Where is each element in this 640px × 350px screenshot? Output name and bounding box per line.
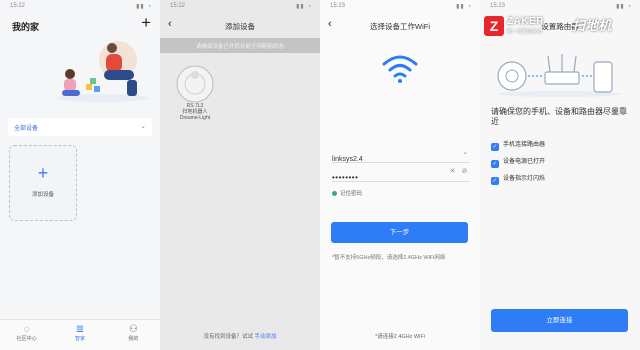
check-label: 设备电源已打开 xyxy=(503,159,546,165)
add-button[interactable]: + xyxy=(141,14,151,31)
status-indicators: ▮▮ ◔ xyxy=(136,4,152,10)
tab-profile[interactable]: ⚇ 我的 xyxy=(107,320,160,350)
remember-label: 记住密码 xyxy=(340,191,363,197)
status-time: 15:23 xyxy=(330,3,346,9)
device-line: Dreame-Light xyxy=(179,115,211,121)
checkbox-icon: ✓ xyxy=(491,143,499,151)
add-device-card[interactable]: + 添加设备 xyxy=(9,145,77,221)
password-value: •••••••• xyxy=(332,173,359,182)
brand-name: ZAKER xyxy=(507,16,544,27)
wifi-icon xyxy=(382,55,418,83)
clear-icon[interactable]: ✕ xyxy=(450,167,456,175)
list-icon: ≣ xyxy=(75,324,85,335)
checkbox-icon: ✓ xyxy=(491,177,499,185)
ssid-value: linksys2.4 xyxy=(332,156,363,163)
tab-label: 社区中心 xyxy=(16,336,37,342)
footer-text: 没有找到设备？试试 xyxy=(203,334,253,340)
choose-wifi-screen: 15:23 ▮▮ ◔ ‹ 选择设备工作WiFi linksys2.4 ⌄ •••… xyxy=(320,0,480,350)
checkbox-icon xyxy=(332,191,337,196)
checklist: ✓ 手机连接路由器 ✓ 设备电源已打开 ✓ 设备指示灯闪烁 xyxy=(491,139,631,190)
ssid-field[interactable]: linksys2.4 ⌄ xyxy=(332,148,470,163)
chevron-down-icon[interactable]: ⌄ xyxy=(462,148,468,156)
add-device-label: 添加设备 xyxy=(31,192,54,198)
home-screen: 15:22 ▮▮ ◔ 我的家 + 全部设备 ⌄ + 添加设备 ◌ 社区中心 ≣ … xyxy=(0,0,160,350)
status-indicators: ▮▮ ◔ xyxy=(616,4,632,10)
checklist-item[interactable]: ✓ 设备指示灯闪烁 xyxy=(491,173,631,190)
router-setup-screen: 15:23 ▮▮ ◔ 设置路由器 Z ZAKER 新一代新闻资讯 扫地机 请确保… xyxy=(480,0,640,350)
screen-strip: 15:22 ▮▮ ◔ 我的家 + 全部设备 ⌄ + 添加设备 ◌ 社区中心 ≣ … xyxy=(0,0,640,350)
page-title: 选择设备工作WiFi xyxy=(370,22,430,31)
robot-vacuum-icon[interactable] xyxy=(170,64,220,104)
brand-watermark: Z ZAKER 新一代新闻资讯 扫地机 xyxy=(484,16,640,40)
check-label: 手机连接路由器 xyxy=(503,142,546,148)
status-time: 15:22 xyxy=(170,3,186,9)
brand-subtitle: 新一代新闻资讯 xyxy=(507,29,543,35)
connect-button[interactable]: 立即连接 xyxy=(491,309,628,332)
add-device-screen: 15:22 ▮▮ ◔ ‹ 添加设备 请确保设备已开机并处于待配网状态 RS 7L… xyxy=(160,0,320,350)
remember-password[interactable]: 记住密码 xyxy=(332,189,362,197)
status-time: 15:23 xyxy=(490,3,506,9)
footer-hint: 没有找到设备？试试 手动添加 xyxy=(160,332,320,340)
chevron-down-icon: ⌄ xyxy=(140,123,146,130)
plus-icon: + xyxy=(37,163,49,183)
room-selector[interactable]: 全部设备 ⌄ xyxy=(8,118,152,136)
hint-note: *暂不支持5GHz频段，请选择2.4GHz WiFi网络 xyxy=(332,255,446,261)
person-icon: ⚇ xyxy=(128,324,138,335)
selector-label: 全部设备 xyxy=(14,126,39,132)
tab-community[interactable]: ◌ 社区中心 xyxy=(0,320,53,350)
status-time: 15:22 xyxy=(10,3,26,9)
password-field[interactable]: •••••••• ✕ ⊘ xyxy=(332,167,470,182)
status-indicators: ▮▮ ◔ xyxy=(296,4,312,10)
tab-label: 我的 xyxy=(128,336,139,342)
checklist-item[interactable]: ✓ 设备电源已打开 xyxy=(491,156,631,173)
banner-text: 请确保设备已开机并处于待配网状态 xyxy=(195,44,284,50)
eye-off-icon[interactable]: ⊘ xyxy=(462,167,468,175)
family-illustration xyxy=(56,41,148,102)
chat-icon: ◌ xyxy=(23,324,30,335)
router-illustration xyxy=(497,54,622,97)
instruction-heading: 请确保您的手机、设备和路由器尽量靠近 xyxy=(491,107,627,126)
device-name[interactable]: RS 7L3 扫地机器人 Dreame-Light xyxy=(166,103,224,121)
checklist-item[interactable]: ✓ 手机连接路由器 xyxy=(491,139,631,156)
tab-smart-home[interactable]: ≣ 智家 xyxy=(53,320,106,350)
check-label: 设备指示灯闪烁 xyxy=(503,176,546,182)
info-banner: 请确保设备已开机并处于待配网状态 xyxy=(160,38,320,53)
manual-add-link[interactable]: 手动添加 xyxy=(255,334,277,340)
page-title: 添加设备 xyxy=(225,22,255,31)
brand-tag: 扫地机 xyxy=(572,18,612,33)
brand-logo-icon: Z xyxy=(484,16,504,36)
footer-hint: *请连接2.4GHz WiFi xyxy=(375,334,425,340)
checkbox-icon: ✓ xyxy=(491,160,499,168)
bottom-tab-bar: ◌ 社区中心 ≣ 智家 ⚇ 我的 xyxy=(0,319,160,350)
page-title: 我的家 xyxy=(12,22,40,32)
tab-label: 智家 xyxy=(74,336,85,342)
next-button[interactable]: 下一步 xyxy=(331,222,468,243)
status-indicators: ▮▮ ◔ xyxy=(456,4,472,10)
